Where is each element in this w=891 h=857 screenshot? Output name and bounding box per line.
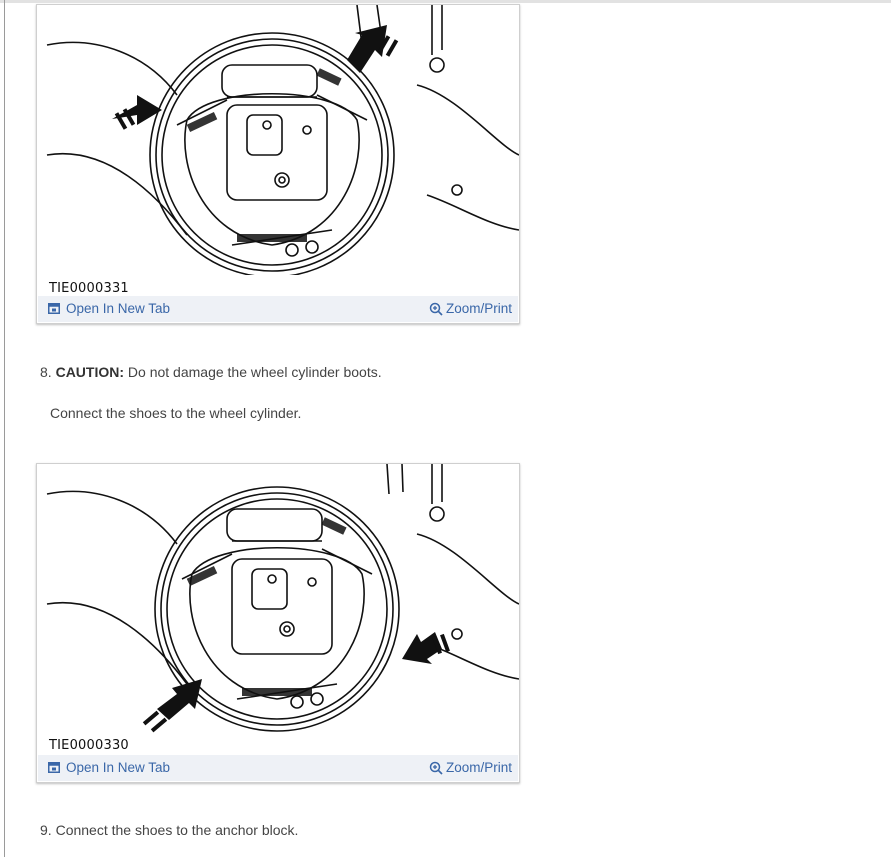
open-in-new-tab-link[interactable]: Open In New Tab xyxy=(48,760,170,775)
zoom-print-label: Zoom/Print xyxy=(445,760,512,775)
figure-tie0000330: TIE0000330 Open In New Tab Zoom/Print xyxy=(36,463,520,783)
caution-label: CAUTION: xyxy=(55,364,125,380)
brake-illustration-2 xyxy=(37,464,519,734)
top-divider xyxy=(0,0,891,3)
open-in-new-tab-label: Open In New Tab xyxy=(66,760,171,775)
step-8: 8. CAUTION: Do not damage the wheel cyli… xyxy=(40,364,382,380)
caution-text: Do not damage the wheel cylinder boots. xyxy=(124,364,382,380)
left-scroll-edge xyxy=(4,0,5,857)
step-9-text: Connect the shoes to the anchor block. xyxy=(51,822,299,838)
zoom-print-link[interactable]: Zoom/Print xyxy=(429,301,512,316)
zoom-print-link[interactable]: Zoom/Print xyxy=(429,760,512,775)
open-in-new-tab-link[interactable]: Open In New Tab xyxy=(48,301,170,316)
figure-toolbar: Open In New Tab Zoom/Print xyxy=(38,296,518,322)
open-tab-icon xyxy=(48,303,60,314)
zoom-in-icon xyxy=(429,761,443,775)
zoom-print-label: Zoom/Print xyxy=(445,301,512,316)
figure-code: TIE0000331 xyxy=(49,281,129,296)
figure-toolbar: Open In New Tab Zoom/Print xyxy=(38,755,518,781)
open-tab-icon xyxy=(48,762,60,773)
step-8-instruction: Connect the shoes to the wheel cylinder. xyxy=(50,405,302,421)
step-9: 9. Connect the shoes to the anchor block… xyxy=(40,822,298,838)
figure-tie0000331: TIE0000331 Open In New Tab Zoom/Print xyxy=(36,4,520,324)
zoom-in-icon xyxy=(429,302,443,316)
step-number: 9. xyxy=(40,822,52,838)
open-in-new-tab-label: Open In New Tab xyxy=(66,301,171,316)
step-number: 8. xyxy=(40,364,52,380)
brake-illustration-1 xyxy=(37,5,519,275)
figure-code: TIE0000330 xyxy=(49,738,129,753)
